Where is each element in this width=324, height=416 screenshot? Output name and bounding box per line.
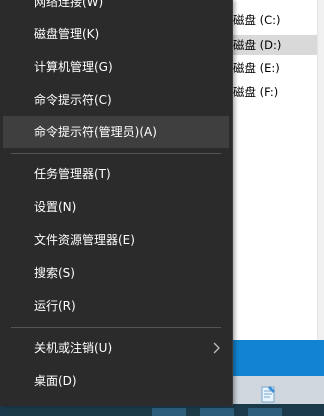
drive-f-item[interactable]: 磁盘 (F:): [230, 82, 319, 102]
chevron-right-icon: [213, 342, 220, 354]
taskbar-button[interactable]: [248, 408, 282, 416]
menu-item-run[interactable]: 运行(R): [3, 290, 229, 322]
menu-item-shutdown-signout[interactable]: 关机或注销(U): [3, 332, 229, 364]
menu-item-file-explorer[interactable]: 文件资源管理器(E): [3, 224, 229, 256]
menu-item-network-connections[interactable]: 网络连接(W): [3, 0, 229, 18]
menu-item-search[interactable]: 搜索(S): [3, 257, 229, 289]
taskbar-button[interactable]: [152, 408, 186, 416]
menu-item-disk-management[interactable]: 磁盘管理(K): [3, 18, 229, 50]
menu-separator: [11, 327, 221, 328]
menu-separator: [11, 153, 221, 154]
menu-item-label: 关机或注销(U): [34, 341, 113, 355]
drive-e-item[interactable]: 磁盘 (E:): [230, 58, 319, 78]
drive-c-item[interactable]: 磁盘 (C:): [230, 10, 319, 30]
menu-item-desktop[interactable]: 桌面(D): [3, 365, 229, 397]
taskbar-button[interactable]: [200, 408, 234, 416]
explorer-background: 磁盘 (C:) 磁盘 (D:) 磁盘 (E:) 磁盘 (F:): [226, 0, 324, 340]
menu-item-task-manager[interactable]: 任务管理器(T): [3, 158, 229, 190]
menu-item-settings[interactable]: 设置(N): [3, 191, 229, 223]
notepad-icon[interactable]: [258, 384, 278, 404]
menu-item-command-prompt-admin[interactable]: 命令提示符(管理员)(A): [3, 116, 229, 148]
winx-context-menu: 网络连接(W) 磁盘管理(K) 计算机管理(G) 命令提示符(C) 命令提示符(…: [0, 0, 233, 406]
menu-item-command-prompt[interactable]: 命令提示符(C): [3, 84, 229, 116]
explorer-scrollbar[interactable]: [317, 0, 324, 340]
drive-d-item[interactable]: 磁盘 (D:): [230, 35, 319, 55]
blue-strip: [226, 340, 324, 376]
menu-item-computer-management[interactable]: 计算机管理(G): [3, 51, 229, 83]
